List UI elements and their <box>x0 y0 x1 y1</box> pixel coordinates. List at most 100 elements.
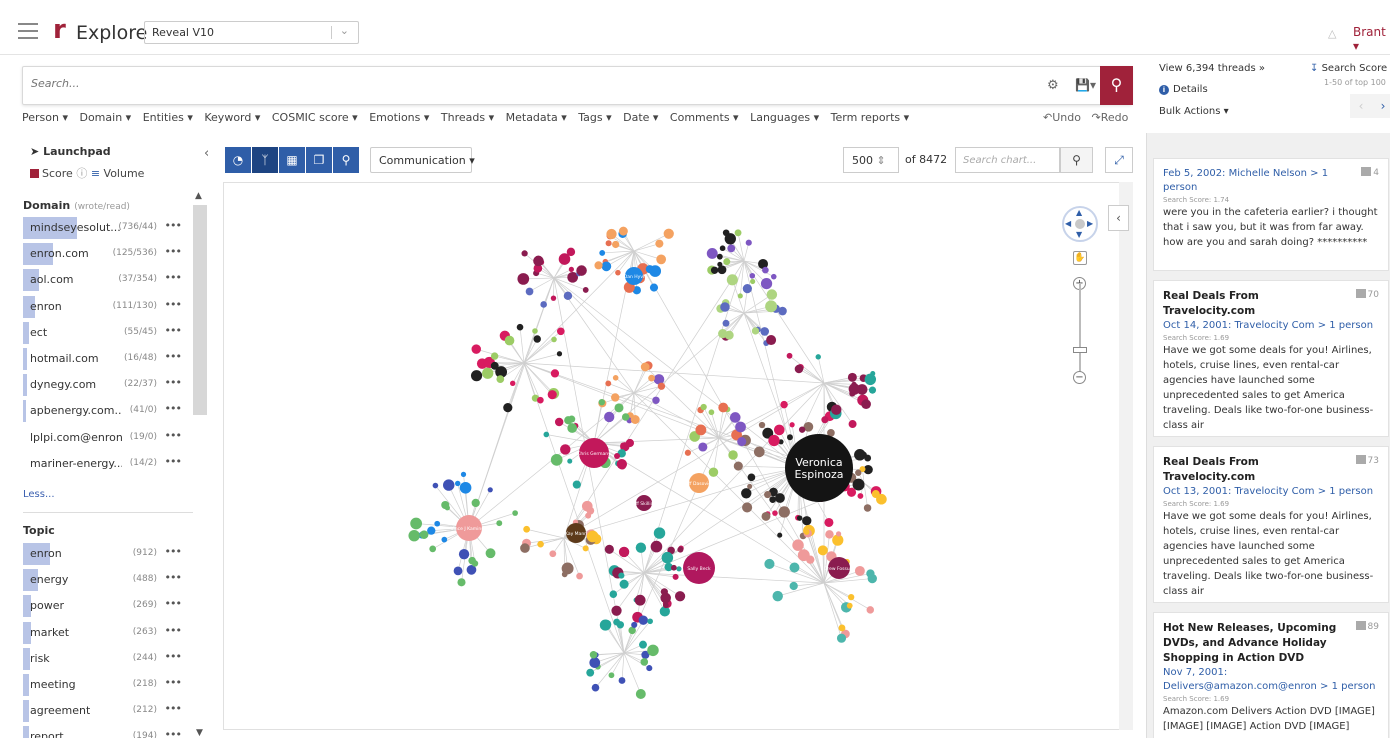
graph-node[interactable] <box>618 546 630 558</box>
search-input[interactable] <box>31 77 931 90</box>
graph-node[interactable] <box>762 266 769 274</box>
graph-node[interactable] <box>613 618 621 626</box>
graph-node[interactable] <box>487 487 493 493</box>
result-card[interactable]: 4 Feb 5, 2002: Michelle Nelson > 1 perso… <box>1153 158 1389 271</box>
facet-row[interactable]: enron (111/130) ••• <box>23 295 193 318</box>
card-date-line[interactable]: Oct 13, 2001: Travelocity Com > 1 person <box>1163 485 1379 499</box>
graph-node[interactable] <box>742 284 752 294</box>
next-page-button[interactable]: › <box>1372 94 1390 118</box>
graph-nodes[interactable]: Chris Germany Sally Beck Drew Fossum Vince … <box>408 226 887 699</box>
graph-node[interactable] <box>572 480 581 489</box>
graph-node[interactable] <box>554 417 564 427</box>
graph-node[interactable] <box>789 581 798 591</box>
graph-node[interactable] <box>634 594 646 606</box>
more-options-icon[interactable]: ••• <box>165 298 182 311</box>
graph-node[interactable] <box>700 403 707 411</box>
graph-node[interactable] <box>523 525 531 533</box>
more-options-icon[interactable]: ••• <box>165 455 182 468</box>
graph-node[interactable] <box>460 471 467 478</box>
graph-node[interactable] <box>517 273 530 285</box>
graph-node[interactable] <box>838 624 846 632</box>
graph-node[interactable] <box>824 517 834 527</box>
graph-node[interactable] <box>792 539 804 551</box>
graph-node[interactable] <box>723 258 731 266</box>
graph-node[interactable] <box>631 621 638 628</box>
graph-node[interactable] <box>722 319 730 327</box>
graph-node[interactable] <box>855 469 862 476</box>
graph-node[interactable] <box>550 453 563 466</box>
volume-toggle[interactable]: ≡ Volume <box>91 167 145 180</box>
graph-node[interactable] <box>706 248 718 259</box>
more-options-icon[interactable]: ••• <box>165 350 182 363</box>
graph-node[interactable] <box>470 370 483 382</box>
gear-icon[interactable]: ⚙ <box>1047 78 1059 93</box>
graph-node[interactable] <box>764 490 772 499</box>
graph-node[interactable] <box>796 515 803 521</box>
graph-node[interactable] <box>618 572 625 579</box>
graph-node[interactable] <box>510 380 516 387</box>
graph-node[interactable] <box>503 403 513 413</box>
network-chart[interactable]: Chris Germany Sally Beck Drew Fossum Vince … <box>223 182 1133 730</box>
graph-node[interactable] <box>576 265 587 276</box>
graph-node[interactable] <box>432 482 439 489</box>
graph-node[interactable] <box>429 545 437 553</box>
graph-node[interactable] <box>582 287 589 293</box>
graph-node[interactable] <box>582 545 589 552</box>
graph-node[interactable] <box>563 291 573 301</box>
details-toggle[interactable]: i Details <box>1159 84 1208 95</box>
filter-tags[interactable]: Tags ▾ <box>578 111 611 124</box>
graph-node[interactable] <box>769 496 777 504</box>
graph-node[interactable] <box>716 253 723 260</box>
graph-node[interactable] <box>646 665 653 672</box>
graph-node[interactable] <box>630 415 640 424</box>
more-options-icon[interactable]: ••• <box>165 402 182 415</box>
graph-node[interactable] <box>453 566 463 576</box>
graph-node[interactable] <box>719 245 726 252</box>
zoom-search-button[interactable]: ⚲ <box>333 147 359 173</box>
graph-node[interactable] <box>871 490 880 499</box>
more-options-icon[interactable]: ••• <box>165 271 182 284</box>
graph-node[interactable] <box>525 287 534 296</box>
facet-row[interactable]: enron.com (125/536) ••• <box>23 243 193 266</box>
filter-entities[interactable]: Entities ▾ <box>143 111 193 124</box>
collapse-chart-button[interactable]: ‹ <box>1108 205 1129 231</box>
graph-node[interactable] <box>749 272 756 279</box>
graph-node[interactable] <box>614 403 624 413</box>
graph-node[interactable] <box>775 493 785 503</box>
filter-term-reports[interactable]: Term reports ▾ <box>831 111 910 124</box>
graph-node[interactable] <box>778 506 790 518</box>
zoom-slider-handle[interactable] <box>1073 347 1087 353</box>
graph-node[interactable] <box>789 422 795 428</box>
card-subject[interactable]: Hot New Releases, Upcoming DVDs, and Adv… <box>1163 621 1379 666</box>
pan-left-icon[interactable]: ◀ <box>1065 219 1071 228</box>
graph-node[interactable] <box>761 511 771 521</box>
graph-node[interactable] <box>817 545 828 556</box>
graph-node[interactable] <box>737 437 747 447</box>
filter-languages[interactable]: Languages ▾ <box>750 111 819 124</box>
graph-node[interactable] <box>606 228 617 240</box>
facet-row[interactable]: report (194) ••• <box>23 726 193 738</box>
graph-node[interactable] <box>671 564 677 571</box>
search-button[interactable]: ⚲ <box>1100 66 1133 105</box>
graph-node[interactable] <box>504 335 515 346</box>
graph-node[interactable] <box>550 295 557 301</box>
graph-node[interactable] <box>728 450 738 460</box>
redo-button[interactable]: ↷Redo <box>1091 111 1128 124</box>
filter-comments[interactable]: Comments ▾ <box>670 111 739 124</box>
graph-node[interactable] <box>870 371 876 377</box>
graph-node[interactable] <box>751 327 760 335</box>
facet-row[interactable]: enron (912) ••• <box>23 543 193 565</box>
more-options-icon[interactable]: ••• <box>165 597 182 610</box>
graph-node[interactable] <box>766 289 778 300</box>
graph-node[interactable] <box>609 590 618 598</box>
graph-node[interactable] <box>576 572 583 580</box>
graph-node[interactable] <box>848 383 861 395</box>
less-link[interactable]: Less... <box>23 489 55 500</box>
graph-node[interactable] <box>649 283 659 292</box>
filter-emotions[interactable]: Emotions ▾ <box>369 111 429 124</box>
graph-node[interactable] <box>848 593 855 601</box>
graph-node[interactable] <box>512 510 518 516</box>
graph-node[interactable] <box>547 390 557 400</box>
graph-node[interactable] <box>521 250 528 257</box>
facet-row[interactable]: risk (244) ••• <box>23 647 193 670</box>
